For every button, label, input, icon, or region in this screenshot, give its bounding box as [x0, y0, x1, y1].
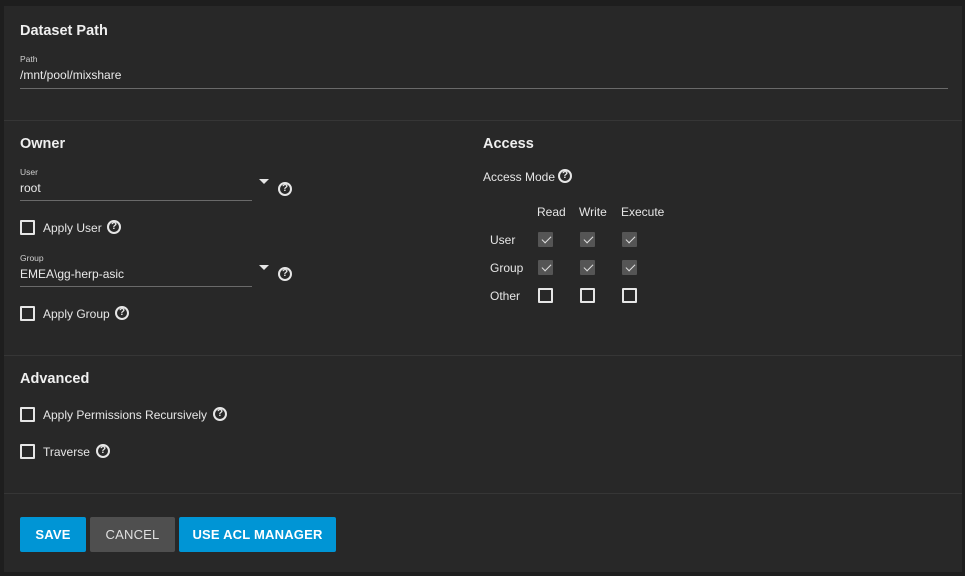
help-icon[interactable]: ?	[115, 306, 129, 320]
save-button[interactable]: SAVE	[20, 517, 86, 552]
user-select[interactable]: root	[20, 181, 41, 195]
other-read-checkbox[interactable]	[538, 288, 553, 303]
traverse-label: Traverse	[43, 445, 90, 459]
other-execute-checkbox[interactable]	[622, 288, 637, 303]
apply-user-label: Apply User	[43, 221, 102, 235]
other-write-checkbox[interactable]	[580, 288, 595, 303]
column-read: Read	[537, 205, 566, 219]
group-select[interactable]: EMEA\gg-herp-asic	[20, 267, 124, 281]
group-write-checkbox[interactable]	[580, 260, 595, 275]
user-label: User	[20, 167, 38, 177]
owner-title: Owner	[20, 136, 66, 152]
user-read-checkbox[interactable]	[538, 232, 553, 247]
user-underline	[20, 200, 252, 201]
help-icon[interactable]: ?	[558, 169, 572, 183]
group-execute-checkbox[interactable]	[622, 260, 637, 275]
user-execute-checkbox[interactable]	[622, 232, 637, 247]
column-write: Write	[579, 205, 607, 219]
access-title: Access	[483, 136, 534, 152]
group-underline	[20, 286, 252, 287]
path-underline	[20, 88, 948, 89]
divider	[4, 120, 962, 121]
apply-group-checkbox[interactable]	[20, 306, 35, 321]
divider	[4, 493, 962, 494]
apply-group-label: Apply Group	[43, 307, 110, 321]
path-input[interactable]: /mnt/pool/mixshare	[20, 68, 121, 82]
access-mode-label: Access Mode	[483, 170, 556, 184]
user-write-checkbox[interactable]	[580, 232, 595, 247]
permissions-form: Dataset Path Path /mnt/pool/mixshare Own…	[4, 6, 962, 572]
group-label: Group	[20, 253, 44, 263]
help-icon[interactable]: ?	[278, 267, 292, 281]
use-acl-manager-button[interactable]: USE ACL MANAGER	[179, 517, 336, 552]
advanced-title: Advanced	[20, 371, 90, 387]
help-icon[interactable]: ?	[213, 407, 227, 421]
group-read-checkbox[interactable]	[538, 260, 553, 275]
traverse-checkbox[interactable]	[20, 444, 35, 459]
apply-user-checkbox[interactable]	[20, 220, 35, 235]
cancel-button[interactable]: CANCEL	[90, 517, 175, 552]
help-icon[interactable]: ?	[96, 444, 110, 458]
divider	[4, 355, 962, 356]
chevron-down-icon[interactable]	[259, 265, 269, 270]
row-user: User	[490, 233, 516, 247]
column-execute: Execute	[621, 205, 665, 219]
path-label: Path	[20, 54, 38, 64]
chevron-down-icon[interactable]	[259, 179, 269, 184]
help-icon[interactable]: ?	[278, 182, 292, 196]
apply-recursively-checkbox[interactable]	[20, 407, 35, 422]
row-other: Other	[490, 289, 521, 303]
row-group: Group	[490, 261, 524, 275]
apply-recursively-label: Apply Permissions Recursively	[43, 408, 208, 422]
dataset-path-title: Dataset Path	[20, 23, 108, 39]
help-icon[interactable]: ?	[107, 220, 121, 234]
